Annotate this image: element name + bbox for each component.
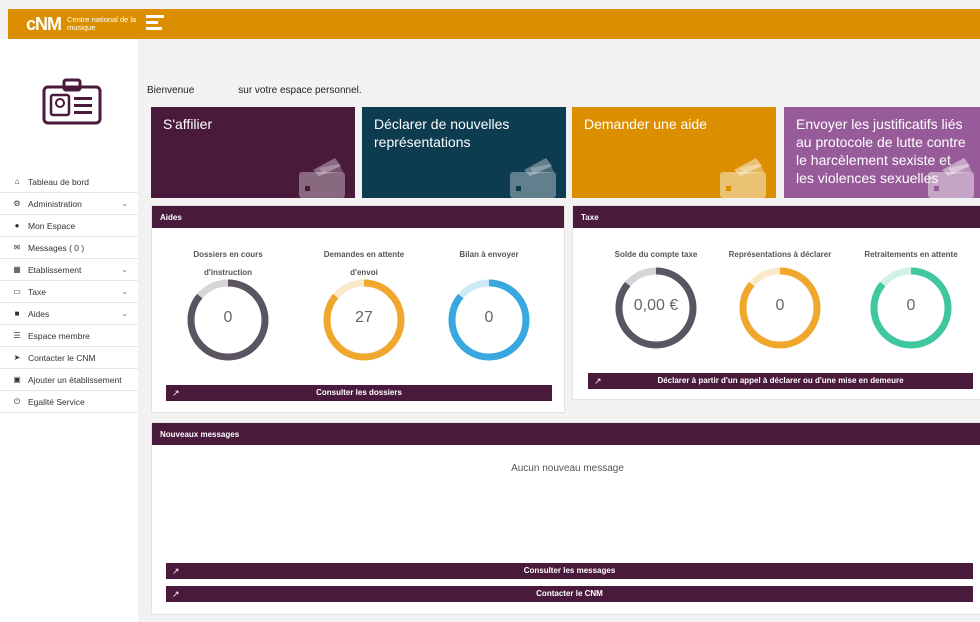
stat-label: Dossiers en cours d'instruction xyxy=(193,250,263,277)
external-link-icon: ↗ xyxy=(172,566,180,576)
progress-ring: 0 xyxy=(738,266,822,350)
sidebar-item-aides[interactable]: ■ Aides ⌄ xyxy=(0,303,138,325)
stat-value: 0 xyxy=(906,297,916,314)
sidebar-item-label: Messages ( 0 ) xyxy=(28,242,85,253)
stat-value: 0 xyxy=(775,297,785,314)
sidebar-item-tableau-de-bord[interactable]: ⌂ Tableau de bord xyxy=(0,171,138,193)
contacter-cnm-button[interactable]: ↗ Contacter le CNM xyxy=(166,586,973,602)
progress-ring: 0 xyxy=(447,278,531,362)
sidebar-item-label: Administration xyxy=(28,198,82,209)
id-badge-icon xyxy=(42,77,102,125)
power-icon: ⏻ xyxy=(13,396,21,406)
folder-icon: ■ xyxy=(14,309,20,318)
stat-value: 0,00 € xyxy=(633,297,679,314)
taxe-panel-title: Taxe xyxy=(573,206,980,228)
sidebar-item-espace-membre[interactable]: ☰ Espace membre xyxy=(0,325,138,347)
sidebar-item-label: Aides xyxy=(28,308,50,319)
progress-ring: 0,00 € xyxy=(614,266,698,350)
list-icon: ☰ xyxy=(13,331,21,340)
sidebar-item-etablissement[interactable]: ▦ Etablissement ⌄ xyxy=(0,259,138,281)
messages-panel: Nouveaux messages Aucun nouveau message … xyxy=(151,422,980,615)
logo-mark: cNM xyxy=(26,14,62,34)
sidebar-item-label: Taxe xyxy=(28,286,46,297)
sidebar-item-ajouter-un-établissement[interactable]: ▣ Ajouter un établissement xyxy=(0,369,138,391)
sidebar-item-label: Mon Espace xyxy=(28,220,76,231)
tile-saffilier[interactable]: S'affilier xyxy=(151,107,355,198)
sidebar-item-mon-espace[interactable]: ● Mon Espace xyxy=(0,215,138,237)
progress-ring: 0 xyxy=(869,266,953,350)
sidebar-item-administration[interactable]: ⚙ Administration ⌄ xyxy=(0,193,138,215)
sidebar-item-messages-0[interactable]: ✉ Messages ( 0 ) xyxy=(0,237,138,259)
envelope-icon: ✉ xyxy=(13,243,21,252)
sidebar-item-contacter-le-cnm[interactable]: ➤ Contacter le CNM xyxy=(0,347,138,369)
sidebar-item-label: Contacter le CNM xyxy=(28,352,96,363)
logo-text: Centre national de la musique xyxy=(67,15,137,32)
declarer-appel-button[interactable]: ↗ Déclarer à partir d'un appel à déclare… xyxy=(588,373,973,389)
welcome-text: Bienvenue sur votre espace personnel. xyxy=(147,85,362,96)
progress-ring: 27 xyxy=(322,278,406,362)
aides-panel: Aides Dossiers en cours d'instruction 0 De… xyxy=(151,205,565,413)
stat-value: 27 xyxy=(355,309,373,326)
external-link-icon: ↗ xyxy=(172,589,180,599)
sidebar-item-taxe[interactable]: ▭ Taxe ⌄ xyxy=(0,281,138,303)
wallet-icon xyxy=(299,158,345,198)
chevron-down-icon: ⌄ xyxy=(121,199,128,208)
tile-demander-aide[interactable]: Demander une aide xyxy=(572,107,776,198)
stat-label: Bilan à envoyer xyxy=(459,250,519,259)
sidebar-item-label: Egalité Service xyxy=(28,396,85,407)
taxe-panel: Taxe Solde du compte taxe 0,00 € Représent… xyxy=(572,205,980,400)
stat-label: Solde du compte taxe xyxy=(614,250,698,259)
external-link-icon: ↗ xyxy=(594,376,602,386)
sidebar-item-label: Espace membre xyxy=(28,330,90,341)
chevron-down-icon: ⌄ xyxy=(121,309,128,318)
wallet-icon xyxy=(510,158,556,198)
home-icon: ⌂ xyxy=(14,177,20,186)
top-bar: cNM Centre national de la musique xyxy=(8,9,980,39)
external-link-icon: ↗ xyxy=(172,388,180,398)
sidebar-item-label: Ajouter un établissement xyxy=(28,374,122,385)
sidebar-item-egalité-service[interactable]: ⏻ Egalité Service xyxy=(0,391,138,413)
messages-panel-title: Nouveaux messages xyxy=(152,423,980,445)
wallet-icon xyxy=(928,158,974,198)
wallet-icon xyxy=(720,158,766,198)
gear-icon: ⚙ xyxy=(13,199,21,208)
paper-plane-icon: ➤ xyxy=(13,353,21,362)
aides-panel-title: Aides xyxy=(152,206,564,228)
chevron-down-icon: ⌄ xyxy=(121,265,128,274)
building-icon: ▦ xyxy=(13,265,21,274)
progress-ring: 0 xyxy=(186,278,270,362)
stat-label: Demandes en attente d'envoi xyxy=(323,250,405,277)
tile-declarer-representations[interactable]: Déclarer de nouvelles représentations xyxy=(362,107,566,198)
stat-value: 0 xyxy=(484,309,494,326)
sidebar: ⌂ Tableau de bord ⚙ Administration ⌄ ● Mon Esp… xyxy=(0,39,138,622)
user-icon: ● xyxy=(14,221,20,230)
id-card-icon: ▭ xyxy=(13,287,21,296)
consulter-dossiers-button[interactable]: ↗ Consulter les dossiers xyxy=(166,385,552,401)
cnm-logo[interactable]: cNM Centre national de la musique xyxy=(26,12,137,36)
stat-value: 0 xyxy=(223,309,233,326)
hamburger-menu-icon[interactable] xyxy=(146,15,164,33)
stat-label: Représentations à déclarer xyxy=(728,250,832,259)
chevron-down-icon: ⌄ xyxy=(121,287,128,296)
sidebar-menu: ⌂ Tableau de bord ⚙ Administration ⌄ ● Mon Esp… xyxy=(0,171,138,413)
consulter-messages-button[interactable]: ↗ Consulter les messages xyxy=(166,563,973,579)
empty-messages-text: Aucun nouveau message xyxy=(511,463,624,474)
sidebar-item-label: Etablissement xyxy=(28,264,82,275)
tile-envoyer-justificatifs[interactable]: Envoyer les justificatifs liés au protoc… xyxy=(784,107,980,198)
sidebar-item-label: Tableau de bord xyxy=(28,176,89,187)
add-building-icon: ▣ xyxy=(13,375,21,384)
stat-label: Retraitements en attente xyxy=(864,250,958,259)
